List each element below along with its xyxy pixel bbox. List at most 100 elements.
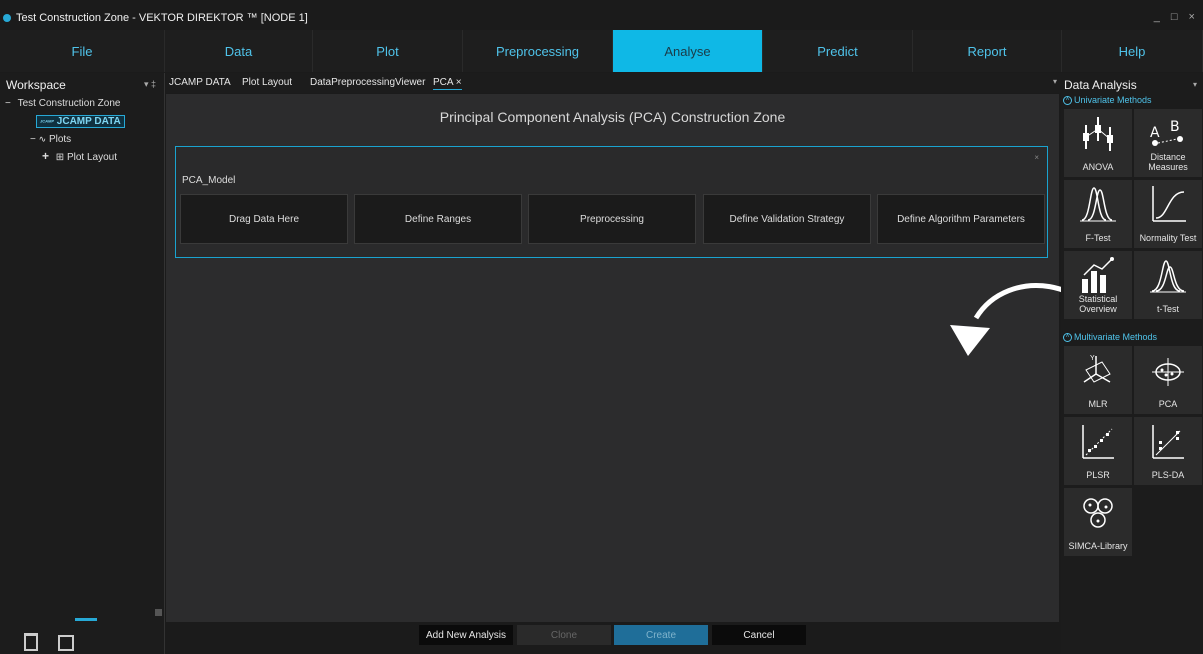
statistical-overview-tool[interactable]: Statistical Overview <box>1064 251 1132 319</box>
create-button[interactable]: Create <box>614 625 708 645</box>
mlr-label: MLR <box>1088 399 1108 409</box>
statistical-overview-label: Statistical Overview <box>1078 294 1118 314</box>
close-icon[interactable]: × <box>1034 153 1039 162</box>
pls-da-label: PLS-DA <box>1151 470 1185 480</box>
svg-text:A: A <box>1150 125 1160 141</box>
tree-root-label: Test Construction Zone <box>17 98 121 109</box>
tab-plot-layout[interactable]: Plot Layout <box>242 77 292 88</box>
menu-analyse[interactable]: Analyse <box>613 30 763 72</box>
menu-predict[interactable]: Predict <box>763 30 913 72</box>
main-menu: File Data Plot Preprocessing Analyse Pre… <box>0 30 1203 72</box>
pin-icon[interactable]: ▾ ‡ <box>144 79 156 90</box>
distance-measures-tool[interactable]: AB Distance Measures <box>1134 109 1202 177</box>
f-test-label: F-Test <box>1085 233 1111 243</box>
plsr-tool[interactable]: PLSR <box>1064 417 1132 485</box>
tree-item-jcamp[interactable]: JCAMP JCAMP DATA <box>36 114 125 128</box>
pca-construction-zone: Principal Component Analysis (PCA) Const… <box>166 94 1059 622</box>
statistical-overview-icon <box>1082 257 1114 293</box>
trash-icon[interactable] <box>24 633 38 651</box>
anova-icon <box>1083 117 1113 151</box>
jcamp-icon: JCAMP <box>40 118 55 123</box>
collapse-circle-icon[interactable]: ˄ <box>1063 333 1072 343</box>
pca-tool[interactable]: PCA <box>1134 346 1202 414</box>
menu-help[interactable]: Help <box>1062 30 1203 72</box>
pca-label: PCA <box>1158 399 1178 409</box>
tree-root[interactable]: − Test Construction Zone <box>5 97 120 111</box>
cancel-button[interactable]: Cancel <box>712 625 806 645</box>
validation-strategy-step[interactable]: Define Validation Strategy <box>703 194 871 244</box>
model-name: PCA_Model <box>182 175 236 186</box>
collapse-icon[interactable]: − <box>30 134 36 145</box>
f-test-icon <box>1080 187 1116 222</box>
menu-preprocessing[interactable]: Preprocessing <box>463 30 613 72</box>
clone-button[interactable]: Clone <box>517 625 611 645</box>
menu-plot[interactable]: Plot <box>313 30 463 72</box>
jcamp-label: JCAMP DATA <box>56 115 121 127</box>
tab-jcamp-data[interactable]: JCAMP DATA <box>169 77 231 88</box>
f-test-tool[interactable]: F-Test <box>1064 180 1132 248</box>
pls-da-tool[interactable]: PLS-DA <box>1134 417 1202 485</box>
anova-tool[interactable]: ANOVA <box>1064 109 1132 177</box>
menu-file[interactable]: File <box>0 30 165 72</box>
normality-test-icon <box>1152 186 1186 222</box>
plsr-icon <box>1082 425 1114 459</box>
pca-icon <box>1152 358 1184 386</box>
data-analysis-title: Data Analysis <box>1064 78 1137 92</box>
multivariate-section-header[interactable]: ˄ Multivariate Methods <box>1063 332 1158 343</box>
menu-data[interactable]: Data <box>165 30 313 72</box>
panel-menu-icon[interactable]: ▾ <box>1193 80 1197 89</box>
preprocessing-step[interactable]: Preprocessing <box>528 194 696 244</box>
univariate-label: Univariate Methods <box>1074 95 1152 105</box>
normality-test-label: Normality Test <box>1139 233 1197 243</box>
mlr-icon: Y <box>1083 355 1111 383</box>
page-title: Principal Component Analysis (PCA) Const… <box>439 109 786 125</box>
plot-layout-label: Plot Layout <box>66 152 118 163</box>
scroll-indicator[interactable] <box>75 618 97 621</box>
window-controls[interactable]: _ □ × <box>1154 11 1199 23</box>
simca-library-tool[interactable]: SIMCA-Library <box>1064 488 1132 556</box>
univariate-section-header[interactable]: ˄ Univariate Methods <box>1063 95 1152 106</box>
plsr-label: PLSR <box>1086 470 1110 480</box>
workspace-panel: Workspace ▾ ‡ − Test Construction Zone J… <box>0 73 165 654</box>
t-test-tool[interactable]: t-Test <box>1134 251 1202 319</box>
action-bar: Add New Analysis Clone Create Cancel <box>166 622 1059 648</box>
document-tabs: JCAMP DATA Plot Layout DataPreprocessing… <box>166 73 1061 93</box>
collapse-icon[interactable]: − <box>5 98 11 109</box>
simca-library-label: SIMCA-Library <box>1068 541 1128 551</box>
save-icon[interactable] <box>58 635 74 651</box>
mlr-tool[interactable]: Y MLR <box>1064 346 1132 414</box>
t-test-icon <box>1150 260 1186 293</box>
menu-report[interactable]: Report <box>913 30 1062 72</box>
distance-measures-label: Distance Measures <box>1148 152 1188 172</box>
pls-da-icon <box>1152 425 1184 459</box>
title-bar: Test Construction Zone - VEKTOR DIREKTOR… <box>0 9 1203 29</box>
multivariate-label: Multivariate Methods <box>1074 332 1158 342</box>
tree-item-plot-layout[interactable]: + ⊞ Plot Layout <box>42 149 117 163</box>
window-title: Test Construction Zone - VEKTOR DIREKTOR… <box>16 12 308 24</box>
resize-grip[interactable] <box>155 609 162 616</box>
distance-measures-icon: AB <box>1150 119 1183 146</box>
tab-pca[interactable]: PCA × <box>433 77 462 90</box>
pca-model-panel: × PCA_Model Drag Data Here Define Ranges… <box>175 146 1048 258</box>
t-test-label: t-Test <box>1156 304 1179 314</box>
plots-icon: ∿ <box>38 134 47 144</box>
app-icon <box>3 14 11 22</box>
data-analysis-panel: Data Analysis ▾ ˄ Univariate Methods ANOV… <box>1061 73 1203 654</box>
add-new-analysis-button[interactable]: Add New Analysis <box>419 625 513 645</box>
normality-test-tool[interactable]: Normality Test <box>1134 180 1202 248</box>
algorithm-parameters-step[interactable]: Define Algorithm Parameters <box>877 194 1045 244</box>
simca-library-icon <box>1083 498 1113 528</box>
define-ranges-step[interactable]: Define Ranges <box>354 194 522 244</box>
svg-text:B: B <box>1170 119 1180 135</box>
drag-data-step[interactable]: Drag Data Here <box>180 194 348 244</box>
tree-item-plots[interactable]: − ∿ Plots <box>30 132 71 146</box>
tab-preprocessing-viewer[interactable]: DataPreprocessingViewer <box>310 77 425 88</box>
plots-label: Plots <box>48 134 72 145</box>
workspace-title: Workspace <box>6 78 66 92</box>
collapse-circle-icon[interactable]: ˄ <box>1063 96 1072 106</box>
jcamp-data-node[interactable]: JCAMP JCAMP DATA <box>36 114 125 128</box>
tab-list-icon[interactable]: ▾ <box>1053 77 1057 86</box>
grid-icon: ⊞ <box>55 152 65 163</box>
expand-icon[interactable]: + <box>42 149 49 163</box>
anova-label: ANOVA <box>1082 162 1114 172</box>
